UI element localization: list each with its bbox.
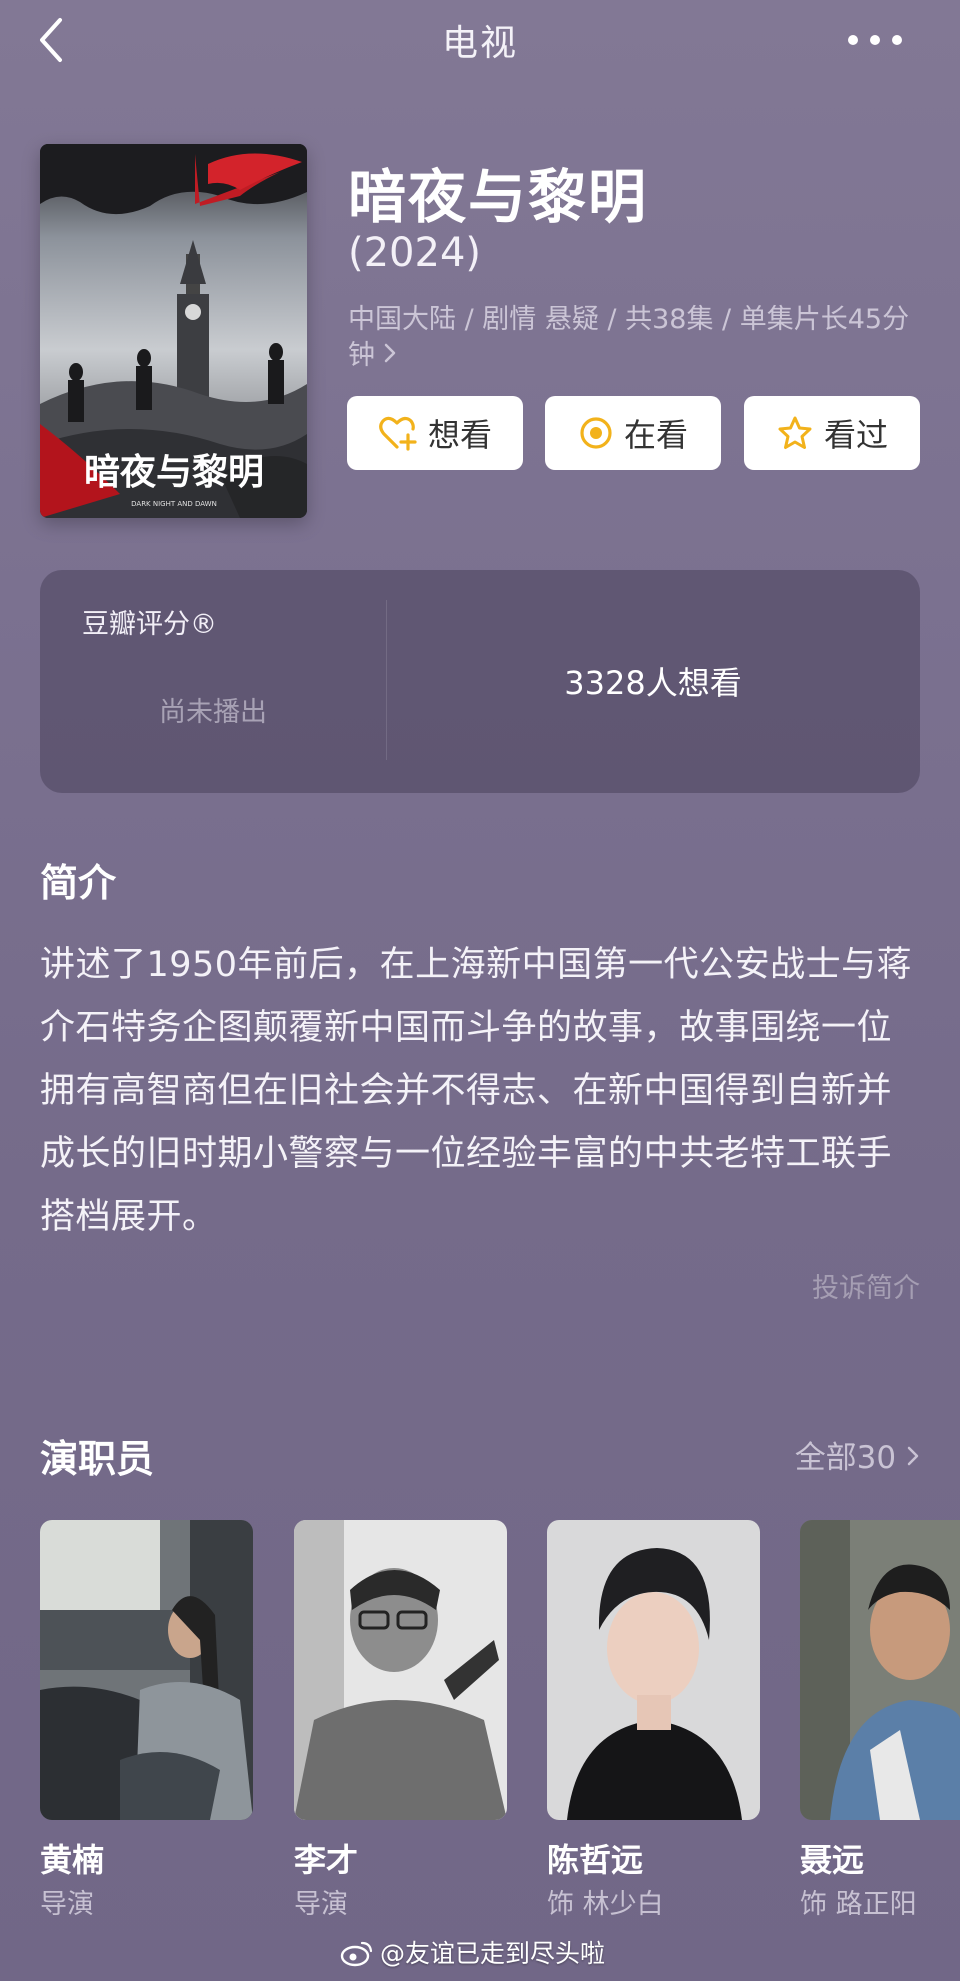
- cast-photo-1[interactable]: [40, 1520, 253, 1820]
- weibo-logo-icon: [340, 1941, 373, 1967]
- want-to-watch-button[interactable]: 想看: [347, 396, 523, 470]
- watermark-text: @友谊已走到尽头啦: [380, 1939, 606, 1968]
- movie-meta-text: 中国大陆 / 剧情 悬疑 / 共38集 / 单集片长45分钟: [348, 304, 910, 371]
- view-all-cast-link[interactable]: 全部30: [760, 1432, 920, 1477]
- cast-photo-3[interactable]: [547, 1520, 760, 1820]
- report-synopsis-link[interactable]: 投诉简介: [780, 1266, 920, 1305]
- watched-label: 看过: [823, 416, 888, 454]
- page-title: 电视: [441, 23, 518, 64]
- chevron-right-icon: [383, 338, 397, 374]
- cast-name-4: 聂远: [800, 1841, 865, 1879]
- douban-rating-label: 豆瓣评分®: [82, 609, 217, 640]
- synopsis-text: 讲述了1950年前后，在上海新中国第一代公安战士与蒋介石特务企图颠覆新中国而斗争…: [40, 945, 913, 1237]
- navigation-bar: 电视: [0, 0, 960, 80]
- movie-year: (2024): [348, 230, 482, 276]
- cast-name-2: 李才: [294, 1841, 359, 1879]
- weibo-watermark: @友谊已走到尽头啦: [340, 1934, 605, 1970]
- movie-title: 暗夜与黎明: [348, 163, 649, 231]
- watching-label: 在看: [623, 416, 688, 454]
- heart-plus-icon: [379, 416, 417, 451]
- watched-button[interactable]: 看过: [744, 396, 920, 470]
- wish-count: 3328人想看: [564, 664, 742, 702]
- target-circle-icon: [580, 417, 612, 449]
- cast-role-2: 导演: [294, 1889, 348, 1920]
- chevron-right-icon: [906, 1440, 920, 1476]
- cast-role-3: 饰 林少白: [547, 1889, 664, 1920]
- cast-role-4: 饰 路正阳: [800, 1889, 917, 1920]
- poster-title-text: 暗夜与黎明: [84, 451, 264, 493]
- synopsis-heading: 简介: [40, 861, 117, 905]
- more-options-icon[interactable]: [840, 22, 910, 58]
- movie-meta-link[interactable]: 中国大陆 / 剧情 悬疑 / 共38集 / 单集片长45分钟: [348, 302, 923, 374]
- action-buttons: 想看 在看 看过: [347, 396, 920, 472]
- cast-heading: 演职员: [40, 1437, 155, 1481]
- rating-status: 尚未播出: [159, 697, 267, 728]
- cast-photo-4[interactable]: [800, 1520, 960, 1820]
- cast-photo-2[interactable]: [294, 1520, 507, 1820]
- poster-image[interactable]: 暗夜与黎明 DARK NIGHT AND DAWN: [40, 144, 307, 518]
- want-to-watch-label: 想看: [427, 416, 492, 454]
- rating-card: 豆瓣评分® 尚未播出 3328人想看: [40, 570, 920, 793]
- cast-name-1: 黄楠: [40, 1841, 105, 1879]
- cast-name-3: 陈哲远: [547, 1841, 644, 1879]
- watching-button[interactable]: 在看: [545, 396, 721, 470]
- poster-subtitle-text: DARK NIGHT AND DAWN: [131, 500, 217, 508]
- star-icon: [778, 416, 812, 449]
- view-all-cast-label: 全部30: [794, 1440, 897, 1476]
- cast-role-1: 导演: [40, 1889, 94, 1920]
